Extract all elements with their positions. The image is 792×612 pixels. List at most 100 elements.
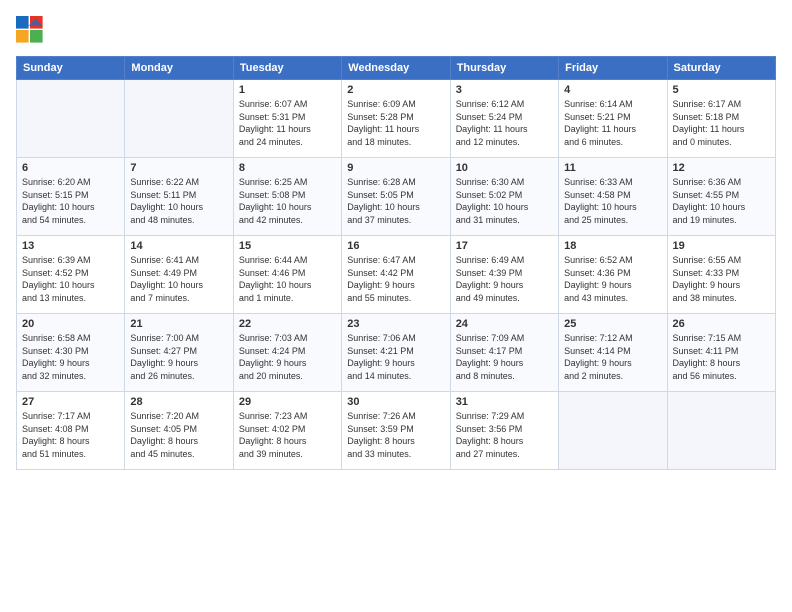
day-detail: Sunrise: 6:25 AM Sunset: 5:08 PM Dayligh… [239, 176, 336, 226]
day-detail: Sunrise: 6:58 AM Sunset: 4:30 PM Dayligh… [22, 332, 119, 382]
calendar-cell [667, 392, 775, 470]
day-detail: Sunrise: 7:23 AM Sunset: 4:02 PM Dayligh… [239, 410, 336, 460]
day-detail: Sunrise: 7:00 AM Sunset: 4:27 PM Dayligh… [130, 332, 227, 382]
calendar-cell: 21 Sunrise: 7:00 AM Sunset: 4:27 PM Dayli… [125, 314, 233, 392]
day-number: 7 [130, 162, 227, 174]
day-number: 26 [673, 318, 770, 330]
weekday-header-row: SundayMondayTuesdayWednesdayThursdayFrid… [17, 57, 776, 80]
day-number: 30 [347, 396, 444, 408]
day-number: 21 [130, 318, 227, 330]
day-detail: Sunrise: 6:28 AM Sunset: 5:05 PM Dayligh… [347, 176, 444, 226]
calendar-cell: 15Sunrise: 6:44 AM Sunset: 4:46 PM Dayli… [233, 236, 341, 314]
calendar-cell: 24Sunrise: 7:09 AM Sunset: 4:17 PM Dayli… [450, 314, 558, 392]
calendar-cell: 8 Sunrise: 6:25 AM Sunset: 5:08 PM Daylig… [233, 158, 341, 236]
day-number: 20 [22, 318, 119, 330]
day-number: 13 [22, 240, 119, 252]
day-number: 16 [347, 240, 444, 252]
calendar-cell [559, 392, 667, 470]
day-number: 12 [673, 162, 770, 174]
calendar-cell: 4 Sunrise: 6:14 AM Sunset: 5:21 PM Daylig… [559, 80, 667, 158]
day-detail: Sunrise: 6:41 AM Sunset: 4:49 PM Dayligh… [130, 254, 227, 304]
calendar-cell: 19 Sunrise: 6:55 AM Sunset: 4:33 PM Dayli… [667, 236, 775, 314]
calendar-cell: 27 Sunrise: 7:17 AM Sunset: 4:08 PM Dayli… [17, 392, 125, 470]
calendar-cell: 25 Sunrise: 7:12 AM Sunset: 4:14 PM Dayli… [559, 314, 667, 392]
day-detail: Sunrise: 6:07 AM Sunset: 5:31 PM Dayligh… [239, 98, 336, 148]
day-detail: Sunrise: 7:20 AM Sunset: 4:05 PM Dayligh… [130, 410, 227, 460]
day-number: 8 [239, 162, 336, 174]
day-number: 5 [673, 84, 770, 96]
calendar-cell [125, 80, 233, 158]
day-number: 2 [347, 84, 444, 96]
day-detail: Sunrise: 6:09 AM Sunset: 5:28 PM Dayligh… [347, 98, 444, 148]
day-number: 19 [673, 240, 770, 252]
calendar-cell: 10 Sunrise: 6:30 AM Sunset: 5:02 PM Dayli… [450, 158, 558, 236]
day-number: 14 [130, 240, 227, 252]
weekday-header-wednesday: Wednesday [342, 57, 450, 80]
day-detail: Sunrise: 6:14 AM Sunset: 5:21 PM Dayligh… [564, 98, 661, 148]
calendar-cell: 20 Sunrise: 6:58 AM Sunset: 4:30 PM Dayli… [17, 314, 125, 392]
day-number: 24 [456, 318, 553, 330]
day-detail: Sunrise: 6:36 AM Sunset: 4:55 PM Dayligh… [673, 176, 770, 226]
calendar-cell: 29Sunrise: 7:23 AM Sunset: 4:02 PM Dayli… [233, 392, 341, 470]
calendar-cell: 30 Sunrise: 7:26 AM Sunset: 3:59 PM Dayli… [342, 392, 450, 470]
day-detail: Sunrise: 6:39 AM Sunset: 4:52 PM Dayligh… [22, 254, 119, 304]
week-row-5: 27 Sunrise: 7:17 AM Sunset: 4:08 PM Dayli… [17, 392, 776, 470]
logo [16, 16, 48, 44]
calendar-cell: 17 Sunrise: 6:49 AM Sunset: 4:39 PM Dayli… [450, 236, 558, 314]
day-number: 1 [239, 84, 336, 96]
weekday-header-sunday: Sunday [17, 57, 125, 80]
day-detail: Sunrise: 7:03 AM Sunset: 4:24 PM Dayligh… [239, 332, 336, 382]
day-detail: Sunrise: 6:44 AM Sunset: 4:46 PM Dayligh… [239, 254, 336, 304]
calendar-cell: 26 Sunrise: 7:15 AM Sunset: 4:11 PM Dayli… [667, 314, 775, 392]
day-detail: Sunrise: 7:17 AM Sunset: 4:08 PM Dayligh… [22, 410, 119, 460]
week-row-2: 6 Sunrise: 6:20 AM Sunset: 5:15 PM Daylig… [17, 158, 776, 236]
calendar-table: SundayMondayTuesdayWednesdayThursdayFrid… [16, 56, 776, 470]
day-number: 22 [239, 318, 336, 330]
calendar-cell: 3Sunrise: 6:12 AM Sunset: 5:24 PM Daylig… [450, 80, 558, 158]
day-detail: Sunrise: 7:29 AM Sunset: 3:56 PM Dayligh… [456, 410, 553, 460]
calendar-cell: 9 Sunrise: 6:28 AM Sunset: 5:05 PM Daylig… [342, 158, 450, 236]
calendar-cell: 1 Sunrise: 6:07 AM Sunset: 5:31 PM Daylig… [233, 80, 341, 158]
week-row-1: 1 Sunrise: 6:07 AM Sunset: 5:31 PM Daylig… [17, 80, 776, 158]
day-detail: Sunrise: 6:22 AM Sunset: 5:11 PM Dayligh… [130, 176, 227, 226]
calendar-cell: 5 Sunrise: 6:17 AM Sunset: 5:18 PM Daylig… [667, 80, 775, 158]
day-number: 3 [456, 84, 553, 96]
calendar-cell: 31 Sunrise: 7:29 AM Sunset: 3:56 PM Dayli… [450, 392, 558, 470]
day-detail: Sunrise: 6:33 AM Sunset: 4:58 PM Dayligh… [564, 176, 661, 226]
day-number: 17 [456, 240, 553, 252]
weekday-header-tuesday: Tuesday [233, 57, 341, 80]
day-number: 28 [130, 396, 227, 408]
day-detail: Sunrise: 6:17 AM Sunset: 5:18 PM Dayligh… [673, 98, 770, 148]
day-detail: Sunrise: 6:52 AM Sunset: 4:36 PM Dayligh… [564, 254, 661, 304]
day-detail: Sunrise: 6:55 AM Sunset: 4:33 PM Dayligh… [673, 254, 770, 304]
week-row-4: 20 Sunrise: 6:58 AM Sunset: 4:30 PM Dayli… [17, 314, 776, 392]
day-number: 6 [22, 162, 119, 174]
calendar-cell: 12 Sunrise: 6:36 AM Sunset: 4:55 PM Dayli… [667, 158, 775, 236]
calendar-cell: 22 Sunrise: 7:03 AM Sunset: 4:24 PM Dayli… [233, 314, 341, 392]
calendar-cell: 7 Sunrise: 6:22 AM Sunset: 5:11 PM Daylig… [125, 158, 233, 236]
day-detail: Sunrise: 6:47 AM Sunset: 4:42 PM Dayligh… [347, 254, 444, 304]
day-detail: Sunrise: 7:15 AM Sunset: 4:11 PM Dayligh… [673, 332, 770, 382]
day-detail: Sunrise: 7:26 AM Sunset: 3:59 PM Dayligh… [347, 410, 444, 460]
day-detail: Sunrise: 7:12 AM Sunset: 4:14 PM Dayligh… [564, 332, 661, 382]
day-detail: Sunrise: 6:20 AM Sunset: 5:15 PM Dayligh… [22, 176, 119, 226]
day-number: 11 [564, 162, 661, 174]
day-number: 23 [347, 318, 444, 330]
day-number: 4 [564, 84, 661, 96]
weekday-header-saturday: Saturday [667, 57, 775, 80]
page: SundayMondayTuesdayWednesdayThursdayFrid… [0, 0, 792, 612]
week-row-3: 13 Sunrise: 6:39 AM Sunset: 4:52 PM Dayli… [17, 236, 776, 314]
calendar-cell: 13 Sunrise: 6:39 AM Sunset: 4:52 PM Dayli… [17, 236, 125, 314]
calendar-cell: 23Sunrise: 7:06 AM Sunset: 4:21 PM Dayli… [342, 314, 450, 392]
day-detail: Sunrise: 6:49 AM Sunset: 4:39 PM Dayligh… [456, 254, 553, 304]
header [16, 16, 776, 44]
weekday-header-thursday: Thursday [450, 57, 558, 80]
logo-icon [16, 16, 44, 44]
day-number: 9 [347, 162, 444, 174]
day-number: 10 [456, 162, 553, 174]
day-number: 25 [564, 318, 661, 330]
calendar-cell: 11 Sunrise: 6:33 AM Sunset: 4:58 PM Dayli… [559, 158, 667, 236]
day-detail: Sunrise: 6:30 AM Sunset: 5:02 PM Dayligh… [456, 176, 553, 226]
day-number: 27 [22, 396, 119, 408]
day-number: 31 [456, 396, 553, 408]
